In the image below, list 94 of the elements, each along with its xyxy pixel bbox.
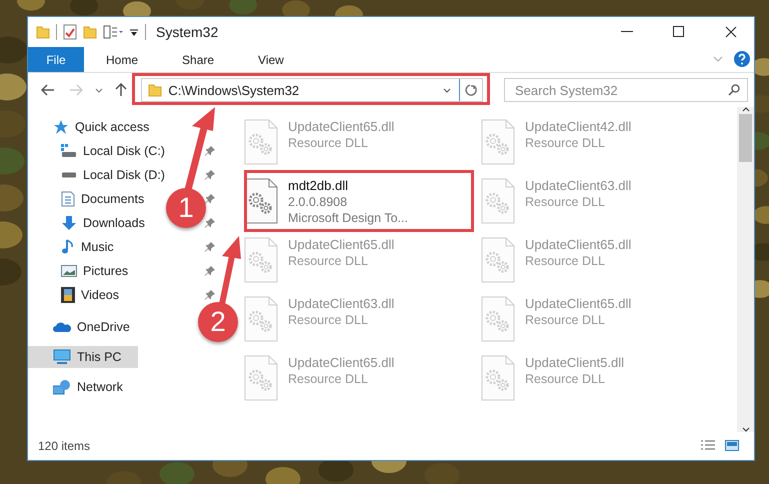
nav-item[interactable]: Music	[28, 235, 122, 259]
scroll-up-icon	[742, 107, 750, 112]
properties-icon	[63, 24, 77, 40]
pin-icon	[205, 194, 215, 204]
back-arrow-icon	[40, 84, 55, 96]
star-icon	[53, 119, 69, 135]
nav-item[interactable]: Local Disk (C:)	[28, 139, 173, 163]
dll-file-icon	[244, 178, 278, 224]
ribbon-tab[interactable]: View	[236, 47, 306, 72]
pin-icon	[205, 290, 215, 300]
view-options-icon	[103, 25, 123, 39]
window-title: System32	[156, 24, 218, 40]
file-name: UpdateClient63.dll	[288, 296, 394, 312]
customize-icon	[129, 27, 139, 37]
nav-item[interactable]: This PC	[28, 346, 138, 368]
file-name: UpdateClient5.dll	[525, 355, 624, 371]
scroll-thumb[interactable]	[739, 114, 752, 162]
dll-file-icon	[481, 237, 515, 283]
file-detail: Resource DLL	[288, 253, 369, 269]
file-name: UpdateClient65.dll	[525, 296, 632, 312]
network-icon	[53, 379, 71, 395]
nav-item[interactable]: Videos	[28, 283, 127, 307]
item-count: 120 items	[38, 439, 92, 453]
picture-icon	[61, 264, 77, 278]
file-description: Microsoft Design To...	[288, 210, 408, 226]
file-detail: Resource DLL	[525, 371, 606, 387]
film-icon	[61, 287, 75, 303]
nav-item[interactable]: Downloads	[28, 211, 153, 235]
new-folder-icon	[83, 25, 97, 39]
drive-icon	[61, 144, 77, 158]
scrollbar[interactable]	[737, 107, 754, 432]
drive-icon	[61, 172, 77, 178]
pin-icon	[205, 266, 215, 276]
download-icon	[61, 215, 77, 231]
file-detail: Resource DLL	[288, 135, 369, 151]
details-view-icon	[700, 440, 716, 452]
file-name: UpdateClient63.dll	[525, 178, 632, 194]
pin-icon	[205, 242, 215, 252]
search-field[interactable]: Search System32	[504, 78, 748, 102]
ribbon-tab[interactable]: File	[28, 47, 84, 72]
pin-icon	[205, 146, 215, 156]
dll-file-icon	[244, 119, 278, 165]
nav-item[interactable]: Quick access	[28, 115, 158, 139]
nav-item[interactable]: Documents	[28, 187, 152, 211]
monitor-icon	[53, 349, 71, 365]
pin-icon	[205, 170, 215, 180]
folder-icon	[148, 83, 162, 97]
nav-item[interactable]: Local Disk (D:)	[28, 163, 173, 187]
chevron-icon	[713, 56, 723, 62]
refresh-icon	[465, 84, 477, 96]
file-detail: 2.0.0.8908	[288, 194, 348, 210]
search-icon	[728, 84, 740, 96]
dll-file-icon	[481, 119, 515, 165]
cloud-icon	[53, 321, 71, 333]
dll-file-icon	[481, 178, 515, 224]
music-icon	[61, 239, 75, 255]
file-name: UpdateClient65.dll	[525, 237, 632, 253]
scroll-down-icon	[742, 427, 750, 432]
dll-file-icon	[244, 237, 278, 283]
file-detail: Resource DLL	[288, 312, 369, 328]
file-name: UpdateClient65.dll	[288, 119, 394, 135]
nav-item[interactable]: OneDrive	[28, 315, 138, 339]
pin-icon	[205, 218, 215, 228]
chevron-icon	[443, 88, 451, 92]
picture-icon	[725, 440, 739, 452]
file-detail: Resource DLL	[525, 312, 606, 328]
dll-file-icon	[481, 355, 515, 401]
file-detail: Resource DLL	[525, 194, 606, 210]
ribbon-tab[interactable]: Share	[160, 47, 236, 72]
forward-arrow-icon	[68, 84, 83, 96]
chevron-icon	[94, 88, 103, 92]
file-name: UpdateClient65.dll	[288, 355, 394, 371]
document-icon	[61, 191, 75, 207]
file-detail: Resource DLL	[288, 371, 369, 387]
up-arrow-icon	[115, 83, 128, 97]
nav-item[interactable]: Pictures	[28, 259, 136, 283]
dll-file-icon	[481, 296, 515, 342]
file-name: mdt2db.dll	[288, 178, 349, 194]
callout-arrow	[219, 236, 241, 305]
minimize-icon	[621, 31, 633, 33]
file-name: UpdateClient42.dll	[525, 119, 632, 135]
address-bar[interactable]: C:\Windows\System32	[141, 78, 483, 102]
ribbon-tab[interactable]: Home	[84, 47, 160, 72]
file-name: UpdateClient65.dll	[288, 237, 394, 253]
file-detail: Resource DLL	[525, 135, 606, 151]
file-detail: Resource DLL	[525, 253, 606, 269]
dll-file-icon	[244, 296, 278, 342]
folder-icon	[36, 25, 50, 39]
help-icon	[734, 51, 750, 67]
file-item[interactable]: mdt2db.dll 2.0.0.8908 Microsoft Design To...	[242, 176, 410, 228]
nav-item[interactable]: Network	[28, 375, 131, 399]
close-icon	[725, 26, 737, 38]
maximize-icon	[673, 26, 685, 38]
dll-file-icon	[244, 355, 278, 401]
